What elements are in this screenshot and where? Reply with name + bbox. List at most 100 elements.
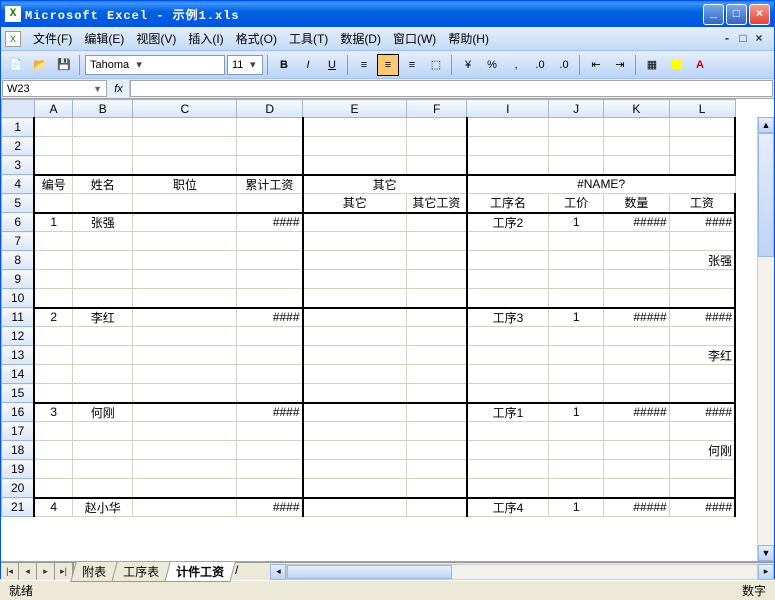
cell[interactable]: 李红: [669, 346, 735, 365]
cell[interactable]: [237, 251, 303, 270]
cell[interactable]: [133, 441, 237, 460]
row-header-2[interactable]: 2: [2, 137, 35, 156]
cell[interactable]: [73, 384, 133, 403]
col-header-K[interactable]: K: [604, 100, 670, 118]
cell[interactable]: [467, 137, 549, 156]
cell[interactable]: 职位: [133, 175, 237, 194]
cell[interactable]: 数量: [604, 194, 670, 213]
cell[interactable]: [73, 232, 133, 251]
cell[interactable]: [34, 384, 72, 403]
cell[interactable]: [669, 365, 735, 384]
cell[interactable]: 其它工资: [407, 194, 467, 213]
menu-insert[interactable]: 插入(I): [182, 28, 229, 49]
tab-next-button[interactable]: ▸: [37, 563, 55, 580]
cell[interactable]: [669, 384, 735, 403]
cell[interactable]: [604, 327, 670, 346]
cell[interactable]: [467, 270, 549, 289]
cell[interactable]: [133, 270, 237, 289]
cell[interactable]: 张强: [73, 213, 133, 232]
cell[interactable]: [604, 479, 670, 498]
cell[interactable]: [549, 232, 604, 251]
cell[interactable]: [549, 422, 604, 441]
cell[interactable]: [34, 365, 72, 384]
cell[interactable]: [237, 384, 303, 403]
cell[interactable]: [133, 213, 237, 232]
row-header-4[interactable]: 4: [2, 175, 35, 194]
cell[interactable]: [604, 365, 670, 384]
cell[interactable]: [133, 156, 237, 175]
cell[interactable]: [34, 251, 72, 270]
row-header-5[interactable]: 5: [2, 194, 35, 213]
cell[interactable]: [73, 441, 133, 460]
cell[interactable]: [669, 118, 735, 137]
cell[interactable]: 其它: [303, 194, 407, 213]
cell[interactable]: [669, 232, 735, 251]
col-header-J[interactable]: J: [549, 100, 604, 118]
cell[interactable]: #####: [604, 213, 670, 232]
cell[interactable]: 2: [34, 308, 72, 327]
cell[interactable]: [73, 460, 133, 479]
cell[interactable]: [133, 232, 237, 251]
cell[interactable]: [549, 365, 604, 384]
cell[interactable]: [34, 137, 72, 156]
cell[interactable]: [237, 118, 303, 137]
cell[interactable]: [133, 422, 237, 441]
row-header-20[interactable]: 20: [2, 479, 35, 498]
cell[interactable]: ####: [669, 498, 735, 517]
menu-window[interactable]: 窗口(W): [387, 28, 442, 49]
menu-tools[interactable]: 工具(T): [283, 28, 334, 49]
cell[interactable]: 何刚: [73, 403, 133, 422]
cell[interactable]: [34, 232, 72, 251]
cell[interactable]: [237, 156, 303, 175]
col-header-B[interactable]: B: [73, 100, 133, 118]
cell[interactable]: [73, 327, 133, 346]
cell[interactable]: [467, 441, 549, 460]
cell[interactable]: [303, 327, 407, 346]
formula-input[interactable]: [130, 80, 773, 97]
col-header-E[interactable]: E: [303, 100, 407, 118]
cell[interactable]: [34, 422, 72, 441]
cell[interactable]: [467, 479, 549, 498]
col-header-L[interactable]: L: [669, 100, 735, 118]
cell[interactable]: [467, 460, 549, 479]
cell[interactable]: [669, 327, 735, 346]
cell[interactable]: [303, 308, 407, 327]
cell[interactable]: [34, 194, 72, 213]
cell[interactable]: [303, 289, 407, 308]
cell[interactable]: [303, 422, 407, 441]
cell[interactable]: 累计工资: [237, 175, 303, 194]
increase-decimal-button[interactable]: .0: [529, 54, 551, 76]
row-header-11[interactable]: 11: [2, 308, 35, 327]
cell[interactable]: ####: [669, 403, 735, 422]
cell[interactable]: [467, 327, 549, 346]
cell[interactable]: [604, 137, 670, 156]
cell[interactable]: ####: [237, 213, 303, 232]
cell[interactable]: [604, 384, 670, 403]
comma-button[interactable]: ,: [505, 54, 527, 76]
cell[interactable]: 1: [549, 213, 604, 232]
cell[interactable]: [303, 346, 407, 365]
close-button[interactable]: ×: [749, 4, 770, 25]
cell[interactable]: [669, 270, 735, 289]
fill-color-button[interactable]: [665, 54, 687, 76]
cell[interactable]: [669, 289, 735, 308]
cell[interactable]: [133, 118, 237, 137]
align-center-button[interactable]: ≡: [377, 54, 399, 76]
cell[interactable]: [73, 346, 133, 365]
cell[interactable]: [669, 422, 735, 441]
cell[interactable]: [467, 289, 549, 308]
cell[interactable]: 赵小华: [73, 498, 133, 517]
row-header-12[interactable]: 12: [2, 327, 35, 346]
col-header-A[interactable]: A: [34, 100, 72, 118]
cell[interactable]: [407, 118, 467, 137]
cell[interactable]: 工序1: [467, 403, 549, 422]
cell[interactable]: 工价: [549, 194, 604, 213]
vertical-scrollbar[interactable]: ▲ ▼: [757, 117, 774, 561]
cell[interactable]: [133, 498, 237, 517]
cell[interactable]: 工资: [669, 194, 735, 213]
cell[interactable]: [467, 365, 549, 384]
horizontal-scrollbar[interactable]: ◂ ▸: [270, 564, 774, 580]
row-header-14[interactable]: 14: [2, 365, 35, 384]
cell[interactable]: [407, 498, 467, 517]
cell[interactable]: [237, 441, 303, 460]
